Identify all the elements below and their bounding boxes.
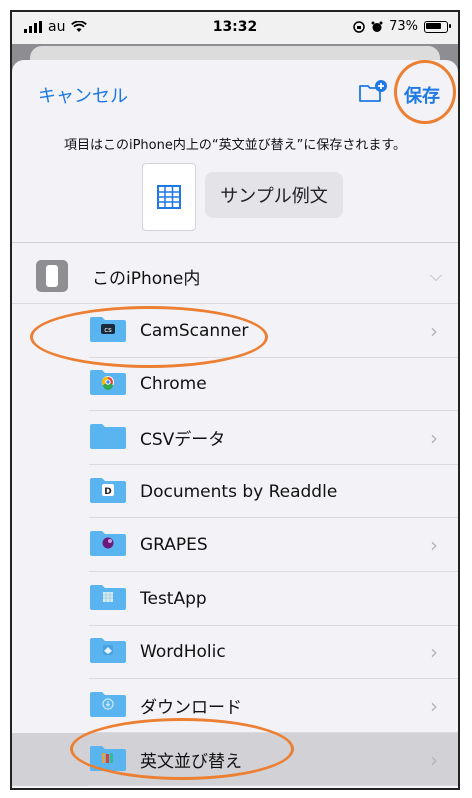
- camscanner-icon: cs: [89, 315, 127, 347]
- chevron-right-icon: ›: [430, 533, 438, 558]
- filename-field[interactable]: サンプル例文: [205, 172, 343, 218]
- folder-label: GRAPES: [140, 535, 208, 556]
- iphone-icon: [36, 260, 68, 292]
- rotation-lock-icon: [353, 20, 365, 33]
- grapes-icon: [89, 529, 127, 561]
- folder-label: 英文並び替え: [140, 752, 242, 773]
- chevron-right-icon: ›: [430, 693, 438, 718]
- folder-row[interactable]: 英文並び替え ›: [12, 732, 458, 787]
- wordholic-icon: [89, 636, 127, 668]
- battery-percent: 73%: [389, 19, 418, 34]
- alarm-icon: [371, 21, 383, 32]
- chevron-right-icon: ›: [430, 747, 438, 772]
- new-folder-icon: [359, 80, 387, 102]
- folder-row[interactable]: D Documents by Readdle: [12, 465, 458, 519]
- new-folder-button[interactable]: [358, 80, 388, 108]
- battery-icon: [424, 20, 451, 33]
- divider: [12, 242, 458, 243]
- save-highlight-ring: [394, 60, 456, 124]
- file-thumbnail: [142, 163, 196, 231]
- save-sheet: キャンセル 保存 項目はこのiPhone内上の“英文並び替え”に保存されます。 …: [12, 60, 458, 788]
- folder-list: このiPhone内 ⌵ cs CamScanner › Chrome CSVデータ › D D…: [12, 248, 458, 788]
- location-root-row[interactable]: このiPhone内 ⌵: [12, 248, 458, 304]
- folder-row[interactable]: Chrome: [12, 358, 458, 412]
- folder-row[interactable]: cs CamScanner ›: [12, 304, 458, 358]
- chevron-right-icon: ›: [430, 318, 438, 343]
- folder-row[interactable]: WordHolic ›: [12, 626, 458, 680]
- folder-label: CamScanner: [140, 320, 249, 341]
- folder-row[interactable]: TestApp: [12, 572, 458, 626]
- testapp-icon: [89, 583, 127, 615]
- chevron-right-icon: ›: [430, 425, 438, 450]
- download-icon: [89, 690, 127, 722]
- save-location-info: 項目はこのiPhone内上の“英文並び替え”に保存されます。: [63, 138, 407, 153]
- folder-label: ダウンロード: [140, 698, 242, 719]
- chrome-icon: [89, 368, 127, 400]
- folder-label: Chrome: [140, 374, 207, 395]
- folder-label: CSVデータ: [140, 430, 226, 451]
- status-bar: au 13:32 73%: [12, 12, 458, 44]
- folder-row[interactable]: GRAPES ›: [12, 518, 458, 572]
- folder-label: Documents by Readdle: [140, 481, 338, 502]
- phone-screen: au 13:32 73% キャンセル 保存 項目はこのiPhone内上の“英文並…: [10, 10, 460, 790]
- folder-row[interactable]: CSVデータ ›: [12, 411, 458, 465]
- eibun-icon: [89, 744, 127, 776]
- folder-icon: [89, 422, 127, 454]
- location-root-label: このiPhone内: [92, 268, 201, 289]
- spreadsheet-icon: [157, 185, 181, 209]
- svg-text:D: D: [104, 487, 111, 497]
- folder-label: TestApp: [140, 588, 207, 609]
- readdle-icon: D: [89, 476, 127, 508]
- chevron-right-icon: ›: [430, 640, 438, 665]
- chevron-down-icon: ⌵: [429, 266, 442, 285]
- cancel-button[interactable]: キャンセル: [38, 82, 128, 108]
- folder-row[interactable]: ダウンロード ›: [12, 679, 458, 733]
- svg-text:cs: cs: [104, 326, 112, 334]
- folder-label: WordHolic: [140, 642, 226, 663]
